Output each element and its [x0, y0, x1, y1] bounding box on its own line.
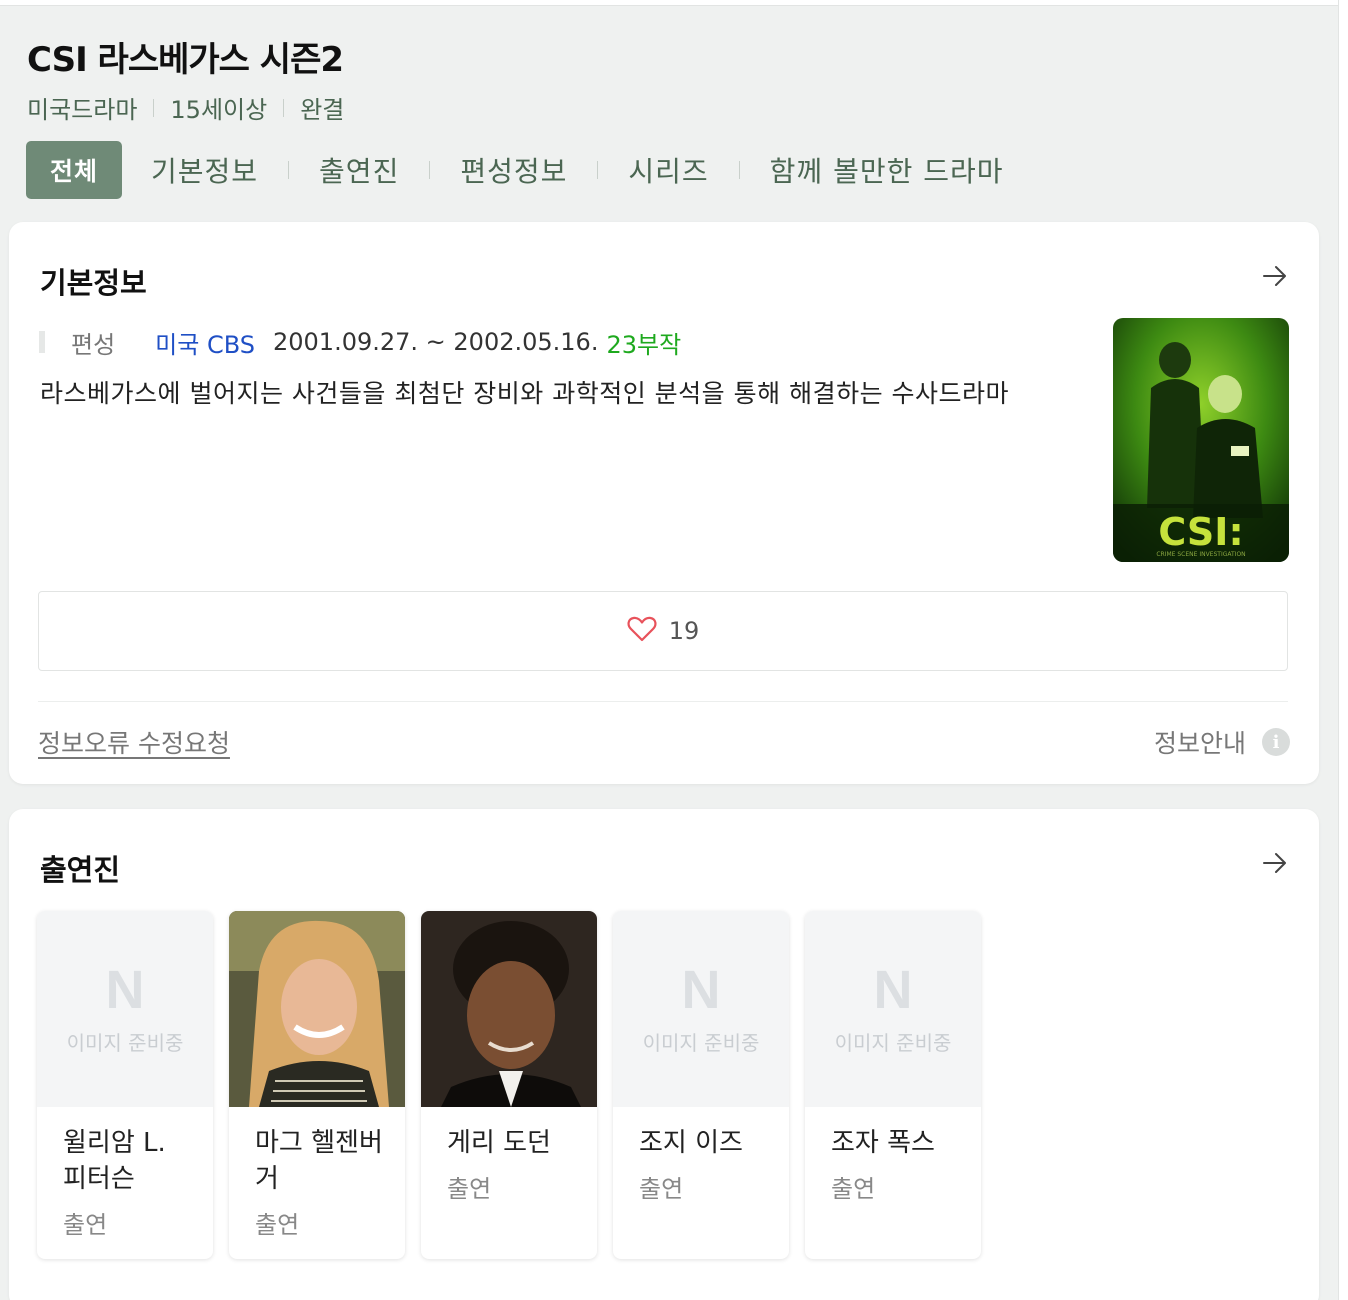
cast-name: 게리 도던: [447, 1128, 551, 1158]
placeholder-text: 이미지 준비중: [66, 1030, 184, 1055]
placeholder-logo-icon: N: [105, 959, 145, 1020]
basic-info-card: 기본정보 편성 미국 CBS 2001.09.27. ~ 2002.05.16.…: [9, 222, 1319, 784]
tab-divider: [597, 161, 599, 179]
poster-image[interactable]: CSI: CRIME SCENE INVESTIGATION: [1113, 318, 1289, 562]
poster-logo-text: CSI:: [1158, 510, 1243, 554]
meta-genre: 미국드라마: [27, 96, 138, 124]
info-bullet: [39, 331, 45, 353]
divider: [38, 701, 1288, 702]
tab-cast[interactable]: 출연진: [319, 150, 399, 190]
air-dates: 2001.09.27. ~ 2002.05.16.: [273, 328, 599, 356]
heart-icon: [627, 615, 657, 647]
tab-bar: 전체 기본정보 출연진 편성정보 시리즈 함께 볼만한 드라마: [26, 141, 1004, 199]
placeholder-logo-icon: N: [873, 959, 913, 1020]
poster-subtitle: CRIME SCENE INVESTIGATION: [1156, 551, 1245, 558]
placeholder-text: 이미지 준비중: [642, 1030, 760, 1055]
arrow-right-icon[interactable]: [1261, 262, 1289, 290]
top-edge: [0, 0, 1340, 6]
cast-name: 윌리암 L. 피터슨: [63, 1128, 166, 1194]
cast-member-card[interactable]: 게리 도던 출연: [421, 911, 597, 1259]
cast-member-card[interactable]: N 이미지 준비중 윌리암 L. 피터슨 출연: [37, 911, 213, 1259]
cast-member-card[interactable]: 마그 헬젠버거 출연: [229, 911, 405, 1259]
cast-role: 출연: [255, 1211, 300, 1239]
header: CSI 라스베가스 시즌2 미국드라마 15세이상 완결: [27, 38, 344, 125]
cast-photo: [229, 911, 405, 1107]
info-icon: i: [1262, 728, 1290, 756]
tab-all[interactable]: 전체: [26, 141, 122, 199]
tab-related-dramas[interactable]: 함께 볼만한 드라마: [770, 150, 1004, 190]
cast-heading: 출연진: [40, 853, 121, 887]
cast-card-section: 출연진 N 이미지 준비중 윌리암 L. 피터슨 출연 마그 헬젠버거 출연 게…: [9, 809, 1319, 1300]
tab-divider: [429, 161, 431, 179]
broadcast-info: 편성 미국 CBS 2001.09.27. ~ 2002.05.16. 23부작: [39, 325, 682, 360]
episode-count: 23부작: [606, 330, 682, 359]
cast-name: 조자 폭스: [831, 1128, 935, 1158]
placeholder-logo-icon: N: [681, 959, 721, 1020]
cast-member-card[interactable]: N 이미지 준비중 조자 폭스 출연: [805, 911, 981, 1259]
synopsis: 라스베가스에 벌어지는 사건들을 최첨단 장비와 과학적인 분석을 통해 해결하…: [40, 379, 1010, 408]
info-guide-label: 정보안내: [1153, 729, 1246, 758]
basic-info-heading: 기본정보: [40, 266, 147, 300]
cast-role: 출연: [639, 1175, 684, 1203]
cast-member-card[interactable]: N 이미지 준비중 조지 이즈 출연: [613, 911, 789, 1259]
meta-rating: 15세이상: [170, 96, 268, 124]
tab-divider: [738, 161, 740, 179]
cast-role: 출연: [447, 1175, 492, 1203]
meta-divider: [283, 98, 285, 117]
meta-info: 미국드라마 15세이상 완결: [27, 90, 344, 125]
page-title: CSI 라스베가스 시즌2: [27, 40, 344, 80]
arrow-right-icon[interactable]: [1261, 849, 1289, 877]
meta-divider: [153, 98, 155, 117]
error-report-link[interactable]: 정보오류 수정요청: [38, 724, 230, 760]
cast-photo-placeholder: N 이미지 준비중: [805, 911, 981, 1107]
like-count: 19: [668, 617, 700, 645]
meta-status: 완결: [300, 96, 345, 124]
cast-photo-placeholder: N 이미지 준비중: [37, 911, 213, 1107]
cast-role: 출연: [831, 1175, 876, 1203]
tab-divider: [288, 161, 290, 179]
cast-name: 조지 이즈: [639, 1128, 743, 1158]
info-guide[interactable]: 정보안내 i: [1154, 724, 1290, 760]
cast-role: 출연: [63, 1211, 108, 1239]
cast-name: 마그 헬젠버거: [255, 1128, 383, 1194]
scrollbar-track[interactable]: [1338, 0, 1348, 1300]
tab-series[interactable]: 시리즈: [628, 150, 708, 190]
placeholder-text: 이미지 준비중: [834, 1030, 952, 1055]
tab-basic-info[interactable]: 기본정보: [151, 150, 258, 190]
cast-photo: [421, 911, 597, 1107]
cast-photo-placeholder: N 이미지 준비중: [613, 911, 789, 1107]
network-link[interactable]: 미국 CBS: [155, 325, 255, 360]
like-button[interactable]: 19: [38, 591, 1288, 671]
cast-list: N 이미지 준비중 윌리암 L. 피터슨 출연 마그 헬젠버거 출연 게리 도던…: [37, 911, 997, 1259]
broadcast-label: 편성: [71, 330, 116, 359]
tab-schedule[interactable]: 편성정보: [460, 150, 567, 190]
